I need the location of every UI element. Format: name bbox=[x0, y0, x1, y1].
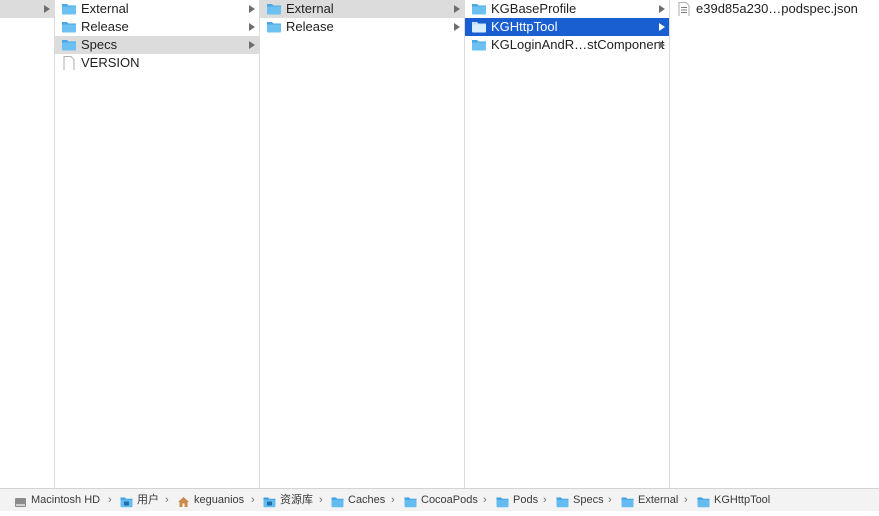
browser-column-1[interactable] bbox=[0, 0, 55, 488]
folder-icon bbox=[331, 494, 344, 508]
browser-item-label: e39d85a230…podspec.json bbox=[696, 1, 858, 16]
path-crumb-label: Specs bbox=[573, 494, 604, 506]
browser-item-label: KGBaseProfile bbox=[491, 1, 577, 16]
disclosure-arrow-icon bbox=[659, 41, 665, 49]
browser-item-label: Release bbox=[81, 19, 129, 34]
browser-item-kghttptool[interactable]: KGHttpTool bbox=[465, 18, 669, 36]
path-separator-icon: › bbox=[251, 494, 255, 506]
folder-icon bbox=[266, 2, 282, 15]
browser-item-release[interactable]: Release bbox=[260, 18, 464, 36]
browser-item-label: External bbox=[81, 1, 129, 16]
path-crumb-label: Macintosh HD bbox=[31, 494, 101, 506]
path-bar: Macintosh HD › 用户 › keguanios › 资源库 › Caches › Coc… bbox=[0, 488, 879, 511]
folder-icon bbox=[61, 20, 77, 33]
browser-item-version[interactable]: VERSION bbox=[55, 54, 259, 72]
path-crumb-label: Pods bbox=[513, 494, 539, 506]
path-separator-icon: › bbox=[108, 494, 112, 506]
browser-column-3[interactable]: External Release bbox=[260, 0, 465, 488]
browser-item-external[interactable]: External bbox=[55, 0, 259, 18]
hard-drive-icon bbox=[14, 494, 27, 507]
path-separator-icon: › bbox=[165, 494, 169, 506]
folder-icon bbox=[471, 2, 487, 15]
folder-icon bbox=[471, 38, 487, 51]
disclosure-arrow-icon bbox=[249, 5, 255, 13]
browser-column-4[interactable]: KGBaseProfile KGHttpTool KGLoginAndR…stCom… bbox=[465, 0, 670, 488]
folder-icon bbox=[471, 20, 487, 33]
path-separator-icon: › bbox=[319, 494, 323, 506]
browser-item-specs[interactable]: Specs bbox=[55, 36, 259, 54]
browser-item-label: KGLoginAndR…stComponent bbox=[491, 37, 665, 52]
browser-item-release[interactable]: Release bbox=[55, 18, 259, 36]
disclosure-arrow-icon bbox=[659, 23, 665, 31]
browser-item-label: External bbox=[286, 1, 334, 16]
folder-icon bbox=[404, 494, 417, 508]
browser-item-kgbaseprofile[interactable]: KGBaseProfile bbox=[465, 0, 669, 18]
folder-icon bbox=[496, 494, 509, 508]
path-crumb-label: keguanios bbox=[194, 494, 245, 506]
disclosure-arrow-icon bbox=[454, 23, 460, 31]
path-separator-icon: › bbox=[608, 494, 612, 506]
disclosure-arrow-icon bbox=[659, 5, 665, 13]
browser-item-kgloginandr-stcomponent[interactable]: KGLoginAndR…stComponent bbox=[465, 36, 669, 54]
browser-item-e39d85a230-podspec-json[interactable]: e39d85a230…podspec.json bbox=[670, 0, 879, 18]
path-separator-icon: › bbox=[684, 494, 688, 506]
folder-icon bbox=[61, 38, 77, 51]
json-file-icon bbox=[676, 1, 692, 17]
browser-column-2[interactable]: External Release Specs VERSION bbox=[55, 0, 260, 488]
document-icon bbox=[61, 55, 77, 71]
browser-item-label: Specs bbox=[81, 37, 118, 52]
disclosure-arrow-icon bbox=[249, 23, 255, 31]
path-crumb-label: 用户 bbox=[137, 494, 159, 506]
path-crumb-label: CocoaPods bbox=[421, 494, 478, 506]
path-separator-icon: › bbox=[391, 494, 395, 506]
library-folder-icon bbox=[263, 494, 276, 508]
browser-item-blank[interactable] bbox=[0, 0, 54, 18]
browser-item-label: KGHttpTool bbox=[491, 19, 558, 34]
path-crumb-label: External bbox=[638, 494, 679, 506]
path-separator-icon: › bbox=[483, 494, 487, 506]
folder-icon bbox=[266, 20, 282, 33]
path-separator-icon: › bbox=[543, 494, 547, 506]
users-folder-icon bbox=[120, 494, 133, 508]
path-crumb-label: 资源库 bbox=[280, 494, 313, 506]
folder-icon bbox=[697, 494, 710, 508]
path-crumb-label: KGHttpTool bbox=[714, 494, 771, 506]
folder-icon bbox=[621, 494, 634, 508]
disclosure-arrow-icon bbox=[249, 41, 255, 49]
browser-item-label: Release bbox=[286, 19, 334, 34]
browser-column-5[interactable]: e39d85a230…podspec.json bbox=[670, 0, 879, 488]
path-crumb-label: Caches bbox=[348, 494, 386, 506]
folder-icon bbox=[61, 2, 77, 15]
home-icon bbox=[177, 494, 190, 507]
browser-item-external[interactable]: External bbox=[260, 0, 464, 18]
disclosure-arrow-icon bbox=[44, 5, 50, 13]
folder-icon bbox=[556, 494, 569, 508]
column-browser: External Release Specs VERSION External Relea… bbox=[0, 0, 879, 488]
disclosure-arrow-icon bbox=[454, 5, 460, 13]
browser-item-label: VERSION bbox=[81, 55, 140, 70]
